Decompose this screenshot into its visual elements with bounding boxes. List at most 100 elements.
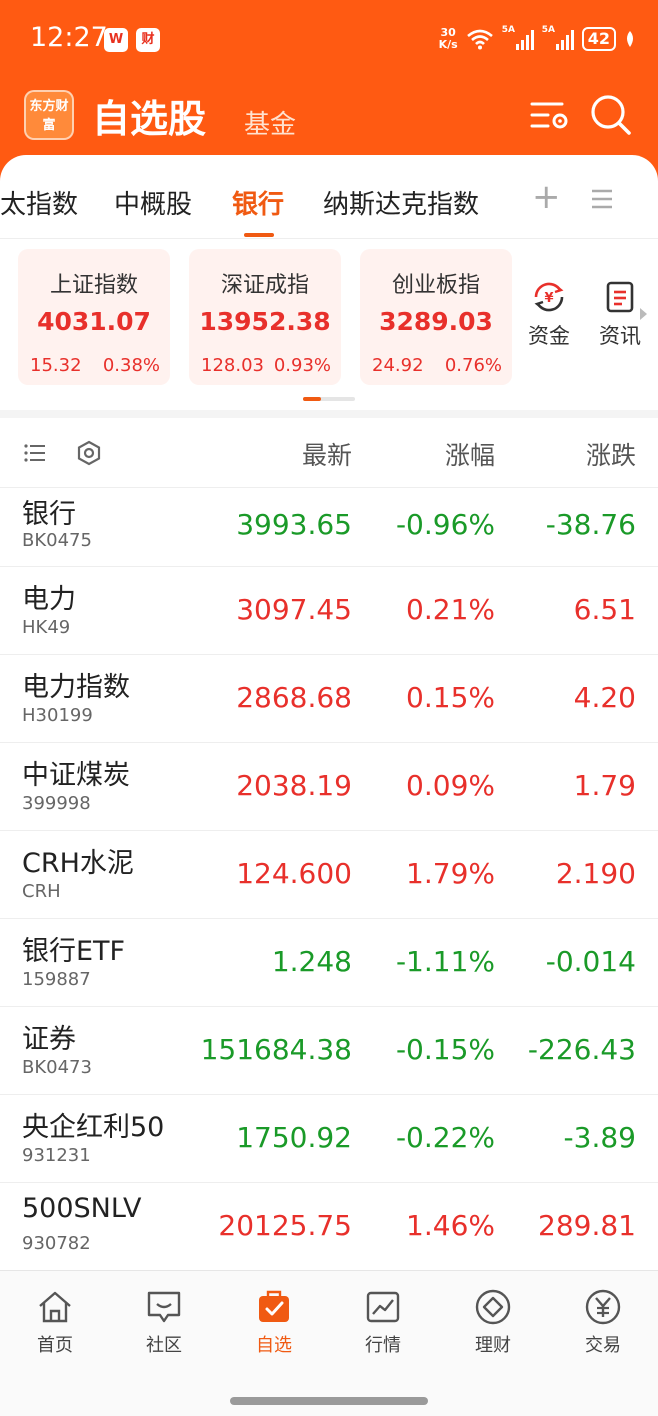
add-group-icon[interactable]: + — [532, 180, 561, 214]
title-row: 东方财富 自选股 基金 — [0, 84, 658, 148]
stock-code: 159887 — [22, 969, 91, 990]
table-row[interactable]: 证券 BK0473 151684.38 -0.15% -226.43 — [0, 1007, 658, 1095]
stock-name: 央企红利50 — [22, 1112, 165, 1143]
pct-change: -0.96% — [395, 508, 495, 541]
leaf-icon — [627, 31, 633, 47]
price-change: 289.81 — [538, 1209, 636, 1242]
table-row[interactable]: 银行 BK0475 3993.65 -0.96% -38.76 — [0, 488, 658, 567]
svg-text:¥: ¥ — [544, 291, 553, 306]
tab-bank[interactable]: 银行 — [232, 184, 284, 221]
fund-tab-link[interactable]: 基金 — [244, 104, 296, 141]
nav-market-label: 行情 — [365, 1335, 401, 1356]
index-value: 4031.07 — [37, 307, 151, 336]
pct-change: 0.15% — [406, 681, 495, 714]
index-change: 128.03 — [201, 355, 264, 376]
index-value: 3289.03 — [379, 307, 493, 336]
price-change: -0.014 — [545, 945, 636, 978]
index-change: 24.92 — [372, 355, 424, 376]
active-tab-indicator — [244, 233, 274, 237]
latest-price: 2868.68 — [236, 681, 352, 714]
search-icon[interactable] — [588, 92, 634, 138]
stock-name: 500SNLV — [22, 1193, 142, 1224]
home-icon — [39, 1291, 71, 1323]
stock-name: 电力 — [22, 584, 76, 615]
stock-code: BK0473 — [22, 1057, 92, 1078]
status-bar: 12:27 W 财 30 K/s 5A 5A 42 — [0, 0, 658, 80]
stock-code: 931231 — [22, 1145, 91, 1166]
nav-home-label: 首页 — [37, 1335, 73, 1356]
nav-community[interactable]: 社区 — [124, 1287, 204, 1357]
trade-yuan-icon — [585, 1289, 621, 1325]
column-header-change[interactable]: 涨跌 — [586, 436, 636, 472]
wps-app-icon: W — [104, 28, 128, 52]
watchlist-icon — [259, 1290, 289, 1322]
nav-trade-label: 交易 — [585, 1335, 621, 1356]
pct-change: -1.11% — [395, 945, 495, 978]
cell-signal-1-icon: 5A — [501, 25, 534, 50]
table-row[interactable]: CRH水泥 CRH 124.600 1.79% 2.190 — [0, 831, 658, 919]
pct-change: -0.22% — [395, 1121, 495, 1154]
group-tabs: 太指数 中概股 银行 纳斯达克指数 + — [0, 160, 658, 240]
nav-watchlist[interactable]: 自选 — [234, 1287, 314, 1357]
page-title: 自选股 — [92, 97, 207, 141]
capital-flow-button[interactable]: ¥ 资金 — [521, 280, 577, 350]
stock-code: CRH — [22, 881, 61, 902]
signal-1-label: 5A — [501, 25, 515, 35]
table-row[interactable]: 中证煤炭 399998 2038.19 0.09% 1.79 — [0, 743, 658, 831]
index-card-shenzhen[interactable]: 深证成指 13952.38 128.03 0.93% — [189, 249, 341, 385]
list-view-icon[interactable] — [24, 444, 46, 462]
market-chart-icon — [366, 1291, 400, 1323]
list-settings-icon[interactable] — [526, 92, 572, 138]
community-icon — [147, 1291, 181, 1323]
group-menu-icon[interactable] — [590, 188, 614, 210]
nav-home[interactable]: 首页 — [15, 1287, 95, 1357]
stock-name: CRH水泥 — [22, 848, 134, 879]
table-row[interactable]: 电力指数 H30199 2868.68 0.15% 4.20 — [0, 655, 658, 743]
index-name: 深证成指 — [220, 273, 309, 298]
carousel-indicator — [303, 397, 355, 401]
stock-name: 电力指数 — [22, 672, 130, 703]
table-row[interactable]: 央企红利50 931231 1750.92 -0.22% -3.89 — [0, 1095, 658, 1183]
tab-china-concept[interactable]: 中概股 — [114, 184, 192, 221]
tab-index[interactable]: 太指数 — [0, 184, 78, 221]
price-change: 6.51 — [573, 593, 636, 626]
price-change: -38.76 — [545, 508, 636, 541]
app-logo: 东方财富 — [24, 90, 74, 140]
price-change: -226.43 — [527, 1033, 636, 1066]
stock-code: H30199 — [22, 705, 93, 726]
nav-watchlist-label: 自选 — [256, 1335, 292, 1356]
latest-price: 3097.45 — [236, 593, 352, 626]
news-icon — [606, 281, 634, 313]
network-speed-unit: K/s — [438, 38, 458, 51]
table-row[interactable]: 500SNLV 930782 20125.75 1.46% 289.81 — [0, 1183, 658, 1271]
scroll-more-icon — [640, 308, 647, 320]
pct-change: 0.09% — [406, 769, 495, 802]
table-row[interactable]: 银行ETF 159887 1.248 -1.11% -0.014 — [0, 919, 658, 1007]
latest-price: 2038.19 — [236, 769, 352, 802]
pct-change: -0.15% — [395, 1033, 495, 1066]
news-label: 资讯 — [599, 324, 641, 348]
table-row[interactable]: 电力 HK49 3097.45 0.21% 6.51 — [0, 567, 658, 655]
index-pct: 0.93% — [273, 355, 331, 376]
wealth-icon — [475, 1289, 511, 1325]
nav-community-label: 社区 — [146, 1335, 182, 1356]
nav-wealth[interactable]: 理财 — [453, 1287, 533, 1357]
nav-market[interactable]: 行情 — [343, 1287, 423, 1357]
column-header-pct[interactable]: 涨幅 — [445, 436, 495, 472]
index-name: 创业板指 — [391, 273, 480, 298]
status-time: 12:27 — [30, 22, 108, 53]
home-indicator[interactable] — [230, 1397, 428, 1405]
nav-trade[interactable]: 交易 — [563, 1287, 643, 1357]
index-card-chinext[interactable]: 创业板指 3289.03 24.92 0.76% — [360, 249, 512, 385]
settings-hex-icon[interactable] — [76, 440, 102, 466]
index-card-shanghai[interactable]: 上证指数 4031.07 15.32 0.38% — [18, 249, 170, 385]
finance-app-icon: 财 — [136, 28, 160, 52]
section-gap — [0, 410, 658, 418]
nav-wealth-label: 理财 — [475, 1335, 511, 1356]
column-header-latest[interactable]: 最新 — [302, 436, 352, 472]
latest-price: 151684.38 — [200, 1033, 352, 1066]
latest-price: 3993.65 — [236, 508, 352, 541]
network-speed: 30 K/s — [439, 27, 458, 51]
tab-nasdaq[interactable]: 纳斯达克指数 — [323, 184, 479, 221]
stock-code: BK0475 — [22, 530, 92, 551]
